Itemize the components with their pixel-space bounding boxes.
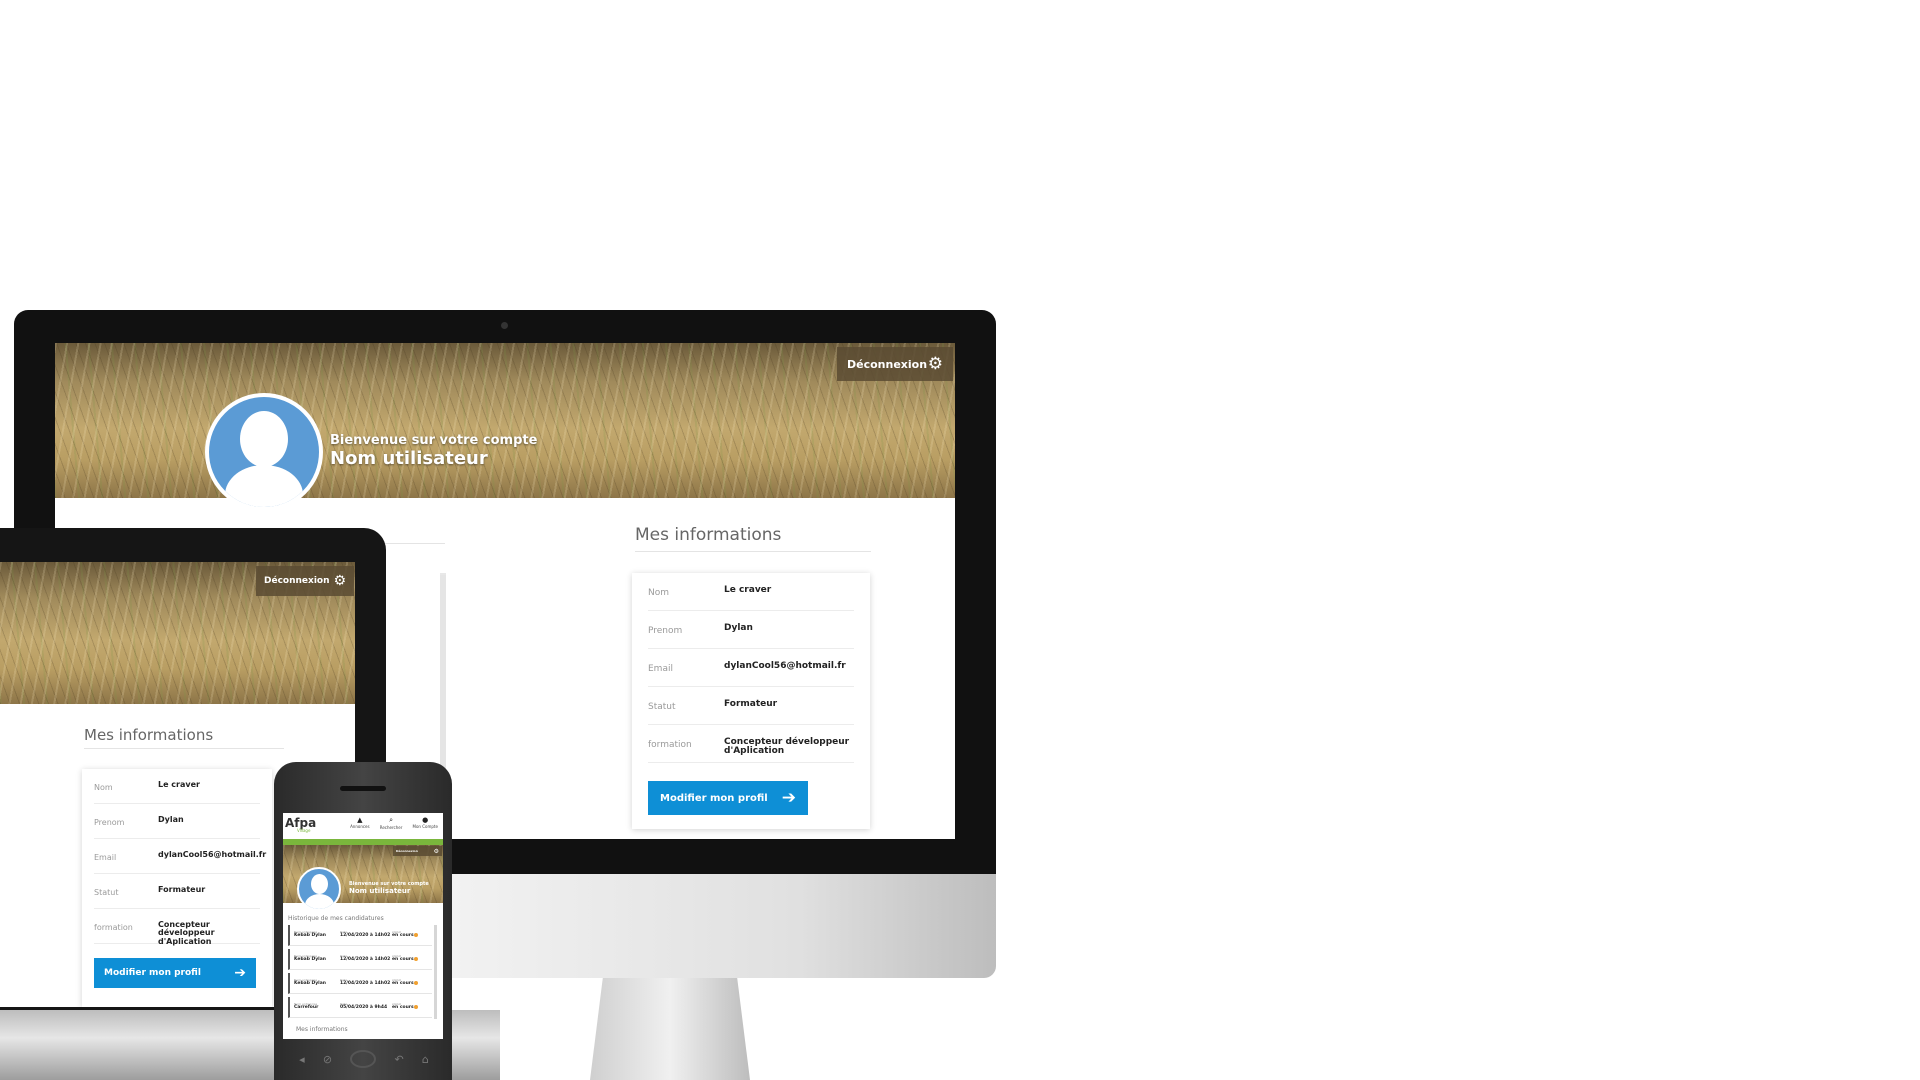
info-row-prenom: Prenom Dylan — [648, 611, 854, 649]
info-row-statut: Statut Formateur — [94, 874, 260, 909]
monitor-stand — [590, 978, 750, 1080]
undo-icon[interactable]: ↶ — [394, 1053, 403, 1066]
info-label: Prenom — [648, 626, 683, 636]
welcome-text: Bienvenue sur votre compte — [330, 433, 538, 448]
info-value: Concepteur développeur d'Aplication — [724, 737, 850, 757]
application-row[interactable]: Nom entreprise Kebab Dylan Date 12/04/2020 … — [288, 949, 432, 970]
tablet-edit-profile-button[interactable]: Modifier mon profil ➔ — [94, 958, 256, 988]
logout-label: Déconnexion — [847, 357, 928, 371]
info-row-formation: formation Concepteur développeur d'Aplica… — [94, 909, 260, 946]
info-label: Nom — [648, 588, 670, 598]
tablet-edit-profile-label: Modifier mon profil — [104, 968, 201, 978]
info-row-prenom: Prenom Dylan — [94, 804, 260, 839]
menu-icon[interactable]: ⊘ — [323, 1053, 332, 1066]
info-value: Le craver — [158, 780, 200, 789]
phone-history-title: Historique de mes candidatures — [288, 915, 384, 922]
info-value: Dylan — [724, 623, 753, 633]
info-row-statut: Statut Formateur — [648, 687, 854, 725]
home-icon[interactable]: ⌂ — [422, 1053, 429, 1066]
info-label: Email — [648, 664, 673, 674]
info-label: Statut — [94, 888, 119, 897]
field-value: Kebab Dylan — [294, 957, 326, 963]
logout-button[interactable]: Déconnexion ⚙ — [837, 347, 953, 381]
phone-nav-item[interactable]: ⌕ Rechercher — [380, 816, 403, 830]
info-value: dylanCool56@hotmail.fr — [158, 850, 267, 859]
phone-screen: Afpa Village ▲ Annonces ⌕ Rechercher ● Mon Co… — [283, 813, 443, 1039]
arrow-right-icon: ➔ — [781, 788, 796, 808]
field-value: 12/04/2020 à 14h02 — [340, 957, 391, 963]
info-row-email: Email dylanCool56@hotmail.fr — [648, 649, 854, 687]
field-value: 12/04/2020 à 14h02 — [340, 981, 391, 987]
info-row-nom: Nom Le craver — [94, 769, 260, 804]
avatar[interactable] — [205, 393, 323, 511]
info-value: Formateur — [158, 885, 206, 894]
info-row-email: Email dylanCool56@hotmail.fr — [94, 839, 266, 874]
phone-bottom-bar: ◂ ⊘ ↶ ⌂ — [290, 1045, 438, 1073]
info-value: Concepteur développeur d'Aplication — [158, 920, 215, 946]
info-card: Nom Le craver Prenom Dylan Email dylanCool56@… — [632, 573, 870, 829]
status-dot — [414, 933, 418, 937]
phone-navbar: Afpa Village ▲ Annonces ⌕ Rechercher ● Mon Co… — [283, 813, 443, 839]
phone-speaker — [340, 786, 386, 791]
phone-nav-label: Annonces — [350, 824, 370, 829]
arrow-right-icon: ➔ — [234, 965, 246, 981]
username-title: Nom utilisateur — [330, 448, 488, 469]
field-value: Carrefour — [294, 1005, 319, 1011]
camera-dot — [501, 322, 508, 329]
application-row[interactable]: Nom entreprise Kebab Dylan Date 12/04/2020 … — [288, 925, 432, 946]
field-value: Kebab Dylan — [294, 933, 326, 939]
header-banner — [55, 343, 955, 498]
info-label: Statut — [648, 702, 676, 712]
gear-icon[interactable]: ⚙ — [333, 573, 346, 589]
application-row[interactable]: Nom entreprise Kebab Dylan Date 12/04/2020 … — [288, 973, 432, 994]
info-section-title: Mes informations — [635, 525, 871, 552]
user-icon: ● — [422, 816, 429, 824]
phone-nav-label: Mon Compte — [412, 824, 438, 829]
info-value: dylanCool56@hotmail.fr — [724, 661, 846, 671]
info-value: Le craver — [724, 585, 772, 595]
field-value: en cours — [392, 933, 414, 939]
info-row-formation: formation Concepteur développeur d'Aplica… — [648, 725, 854, 763]
search-icon: ⌕ — [389, 816, 394, 824]
edit-profile-label: Modifier mon profil — [660, 792, 768, 804]
phone-username: Nom utilisateur — [349, 887, 411, 895]
info-label: Nom — [94, 783, 113, 792]
phone-nav-label: Rechercher — [379, 825, 403, 830]
bell-icon: ▲ — [357, 816, 363, 824]
field-value: en cours — [392, 981, 414, 987]
field-value: 05/04/2020 à 9h44 — [340, 1005, 388, 1011]
info-label: Email — [94, 853, 117, 862]
edit-profile-button[interactable]: Modifier mon profil ➔ — [648, 781, 808, 815]
phone-list-scrollbar[interactable] — [434, 925, 437, 1019]
field-value: Kebab Dylan — [294, 981, 326, 987]
field-value: en cours — [392, 1005, 414, 1011]
phone-nav-item[interactable]: ● Mon Compte — [413, 816, 438, 830]
status-dot — [414, 957, 418, 961]
phone-logout-button[interactable]: Déconnexion ⚙ — [393, 846, 442, 856]
info-label: Prenom — [94, 818, 125, 827]
tablet-logout-button[interactable]: Déconnexion ⚙ — [256, 566, 354, 596]
info-row-nom: Nom Le craver — [648, 573, 854, 611]
tablet-info-card: Nom Le craver Prenom Dylan Email dylanCool56@… — [82, 769, 272, 1007]
gear-icon[interactable]: ⚙ — [434, 848, 439, 855]
application-row[interactable]: Nom entreprise Carrefour Date 05/04/2020 à … — [288, 997, 432, 1018]
phone-info-title: Mes informations — [296, 1026, 348, 1033]
phone-nav-item[interactable]: ▲ Annonces — [350, 816, 370, 830]
tablet-logout-label: Déconnexion — [264, 576, 330, 586]
gear-icon[interactable]: ⚙ — [928, 355, 943, 373]
field-value: 12/04/2020 à 14h02 — [340, 933, 391, 939]
back-icon[interactable]: ◂ — [299, 1053, 305, 1066]
tablet-info-title: Mes informations — [84, 726, 284, 749]
home-button[interactable] — [350, 1050, 377, 1068]
afpa-logo[interactable]: Afpa Village — [285, 816, 316, 833]
status-dot — [414, 1005, 418, 1009]
info-label: formation — [648, 740, 692, 750]
phone-applications-list: Nom entreprise Kebab Dylan Date 12/04/2020 … — [288, 925, 432, 1021]
info-label: formation — [94, 923, 133, 932]
field-value: en cours — [392, 957, 414, 963]
status-dot — [414, 981, 418, 985]
info-value: Dylan — [158, 815, 184, 824]
info-value: Formateur — [724, 699, 778, 709]
phone-avatar[interactable] — [297, 867, 341, 911]
